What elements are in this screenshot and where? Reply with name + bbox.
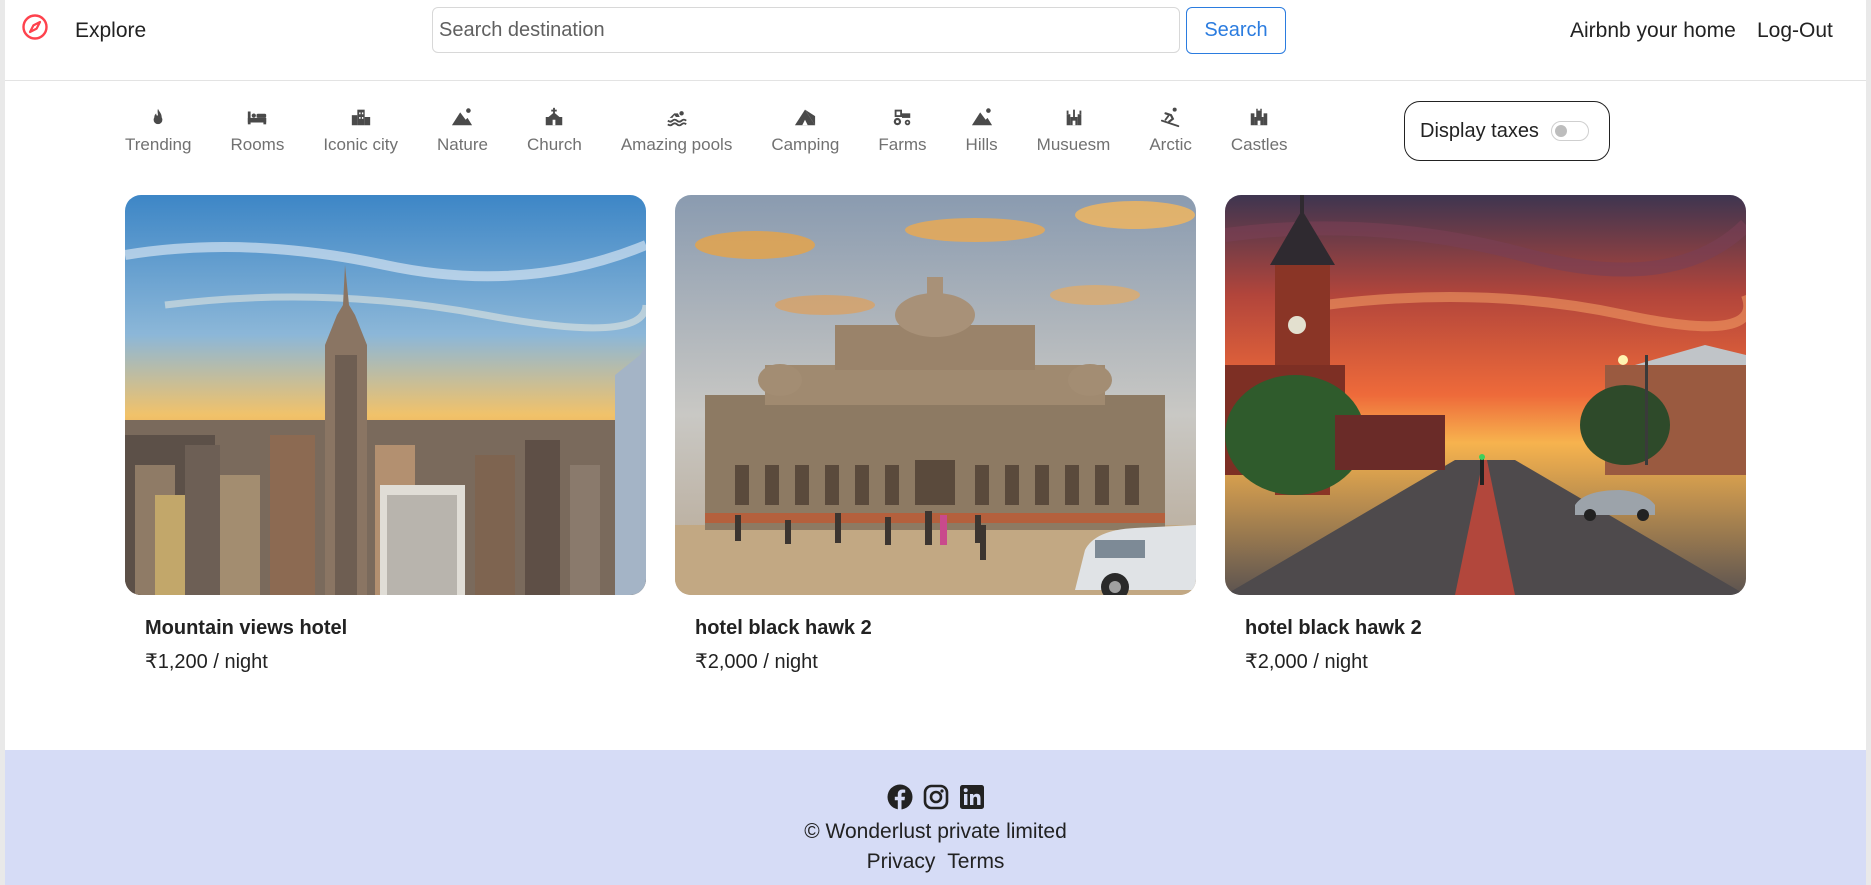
terms-link[interactable]: Terms	[947, 850, 1004, 873]
filter-label: Rooms	[230, 135, 285, 154]
listing-image[interactable]	[1225, 195, 1746, 595]
instagram-icon[interactable]	[923, 784, 949, 810]
mountain-sun-icon	[449, 104, 475, 130]
category-filters: Trending Rooms Iconic city Nature Church	[125, 104, 1288, 164]
filter-trending[interactable]: Trending	[125, 104, 191, 155]
filter-amazing-pools[interactable]: Amazing pools	[620, 104, 733, 155]
filter-arctic[interactable]: Arctic	[1149, 104, 1192, 155]
privacy-link[interactable]: Privacy	[867, 850, 936, 873]
castle-icon	[1246, 104, 1272, 130]
display-taxes-toggle[interactable]: Display taxes	[1404, 101, 1610, 161]
display-taxes-label: Display taxes	[1420, 119, 1539, 142]
listing-price: ₹2,000 / night	[1245, 651, 1368, 673]
filter-label: Hills	[965, 135, 998, 154]
listing-card[interactable]: hotel black hawk 2 ₹2,000 / night	[1225, 195, 1746, 674]
filter-label: Trending	[125, 135, 192, 154]
city-icon	[348, 104, 374, 130]
filter-museum[interactable]: Musuesm	[1036, 104, 1111, 155]
footer-links: Privacy Terms	[5, 850, 1866, 874]
museum-icon	[1061, 104, 1087, 130]
listing-title: hotel black hawk 2	[695, 617, 872, 639]
listing-title: hotel black hawk 2	[1245, 617, 1422, 639]
logout-link[interactable]: Log-Out	[1757, 19, 1833, 43]
filter-label: Camping	[771, 135, 840, 154]
listing-image[interactable]	[125, 195, 646, 595]
filter-rooms[interactable]: Rooms	[230, 104, 284, 155]
facebook-icon[interactable]	[887, 784, 913, 810]
filter-label: Castles	[1230, 135, 1288, 154]
listing-card[interactable]: hotel black hawk 2 ₹2,000 / night	[675, 195, 1196, 674]
filter-farms[interactable]: Farms	[878, 104, 927, 155]
bed-icon	[244, 104, 270, 130]
church-icon	[541, 104, 567, 130]
listing-price: ₹2,000 / night	[695, 651, 818, 673]
search-input[interactable]	[432, 7, 1180, 53]
filter-hills[interactable]: Hills	[966, 104, 998, 155]
skier-icon	[1158, 104, 1184, 130]
filter-label: Arctic	[1149, 135, 1192, 154]
filter-label: Musuesm	[1036, 135, 1111, 154]
filter-church[interactable]: Church	[527, 104, 582, 155]
switch-knob	[1554, 125, 1567, 137]
mountain-sun-icon	[969, 104, 995, 130]
filter-iconic-city[interactable]: Iconic city	[323, 104, 398, 155]
filter-nature[interactable]: Nature	[437, 104, 488, 155]
compass-icon[interactable]	[21, 13, 49, 41]
navbar: Explore Search Airbnb your home Log-Out	[5, 0, 1866, 81]
listing-price: ₹1,200 / night	[145, 651, 268, 673]
filter-label: Farms	[878, 135, 927, 154]
listing-image[interactable]	[675, 195, 1196, 595]
swimmer-icon	[664, 104, 690, 130]
footer: © Wonderlust private limited Privacy Ter…	[5, 750, 1866, 885]
fire-icon	[145, 104, 171, 130]
linkedin-icon[interactable]	[959, 784, 985, 810]
tractor-icon	[889, 104, 915, 130]
filter-label: Iconic city	[323, 135, 398, 154]
filter-label: Amazing pools	[620, 135, 733, 154]
nav-explore-link[interactable]: Explore	[75, 19, 146, 43]
page: Explore Search Airbnb your home Log-Out …	[0, 0, 1871, 885]
filter-label: Church	[527, 135, 582, 154]
filter-camping[interactable]: Camping	[771, 104, 839, 155]
campground-icon	[792, 104, 818, 130]
airbnb-your-home-link[interactable]: Airbnb your home	[1570, 19, 1736, 43]
search-button[interactable]: Search	[1186, 7, 1286, 54]
filter-label: Nature	[436, 135, 488, 154]
filter-castles[interactable]: Castles	[1231, 104, 1288, 155]
social-links	[5, 784, 1866, 810]
listing-title: Mountain views hotel	[145, 617, 348, 639]
copyright-text: © Wonderlust private limited	[804, 820, 1067, 843]
listing-card[interactable]: Mountain views hotel ₹1,200 / night	[125, 195, 646, 674]
tax-switch[interactable]	[1550, 121, 1589, 141]
